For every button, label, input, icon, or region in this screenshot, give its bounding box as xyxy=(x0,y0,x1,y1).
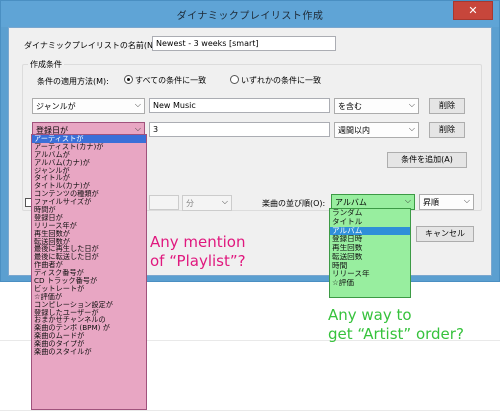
condition2-delete-button[interactable]: 削除 xyxy=(429,122,465,138)
sort-direction-value: 昇順 xyxy=(423,198,439,207)
field-list-item[interactable]: ☆評価が xyxy=(32,293,146,301)
field-list-item[interactable]: 登録したユーザーが xyxy=(32,309,146,317)
chevron-down-icon: ⌵ xyxy=(221,197,228,206)
chevron-down-icon: ⌵ xyxy=(463,196,470,205)
radio-all-label: すべての条件に一致 xyxy=(135,76,207,85)
radio-all-conditions[interactable]: すべての条件に一致 xyxy=(124,75,206,86)
annotation-artist-order-line2: get “Artist” order? xyxy=(328,325,464,343)
field-list-item[interactable]: CD トラック番号が xyxy=(32,277,146,285)
field-list-item[interactable]: 楽曲のタイプが xyxy=(32,340,146,348)
condition1-delete-button[interactable]: 削除 xyxy=(429,98,465,114)
sort-list-item[interactable]: アルバム xyxy=(330,226,410,236)
radio-any-condition[interactable]: いずれかの条件に一致 xyxy=(230,75,321,86)
limit-value-input[interactable] xyxy=(149,195,179,210)
field-list-item[interactable]: コンピレーション設定が xyxy=(32,301,146,309)
field-list-item[interactable]: 楽曲のテンポ (BPM) が xyxy=(32,324,146,332)
condition1-operator-select[interactable]: を含む ⌵ xyxy=(334,98,419,114)
condition1-operator-value: を含む xyxy=(338,102,362,111)
annotation-artist-order: Any way to get “Artist” order? xyxy=(328,306,464,344)
field-list-item[interactable]: リリース年が xyxy=(32,222,146,230)
title-bar: ダイナミックプレイリスト作成 ✕ xyxy=(1,1,499,27)
field-list-item[interactable]: アルバム(カナ)が xyxy=(32,159,146,167)
field-list-item[interactable]: 時間が xyxy=(32,206,146,214)
field-list-item[interactable]: ジャンルが xyxy=(32,167,146,175)
field-list-item[interactable]: 再生回数が xyxy=(32,230,146,238)
chevron-down-icon: ⌵ xyxy=(408,124,415,133)
sort-list-item[interactable]: ランダム xyxy=(330,209,410,218)
chevron-down-icon: ⌵ xyxy=(134,124,141,133)
field-list-item[interactable]: 作曲者が xyxy=(32,261,146,269)
apply-method-label: 条件の適用方法(M): xyxy=(37,77,109,86)
field-list-item[interactable]: 楽曲のムードが xyxy=(32,332,146,340)
field-list-item[interactable]: アーティストが xyxy=(32,135,146,143)
chevron-down-icon: ⌵ xyxy=(404,196,411,205)
chevron-down-icon: ⌵ xyxy=(134,100,141,109)
sort-list-item[interactable]: 再生回数 xyxy=(330,244,410,253)
sort-list-item[interactable]: 登録日時 xyxy=(330,235,410,244)
limit-unit-select[interactable]: 分 ⌵ xyxy=(182,195,232,211)
field-list-item[interactable]: 登録日が xyxy=(32,214,146,222)
radio-any-label: いずれかの条件に一致 xyxy=(241,76,321,85)
screenshot: ダイナミックプレイリスト作成 ✕ ダイナミックプレイリストの名前(N): New… xyxy=(0,0,500,417)
field-list-item[interactable]: ファイルサイズが xyxy=(32,198,146,206)
dialog-title: ダイナミックプレイリスト作成 xyxy=(176,11,324,22)
sort-list-item[interactable]: 転送回数 xyxy=(330,253,410,262)
sort-list-item[interactable]: ☆評価 xyxy=(330,279,410,288)
sort-order-label: 楽曲の並び順(O): xyxy=(262,199,326,208)
field-list-item[interactable]: 最後に再生した日が xyxy=(32,245,146,253)
field-list-item[interactable]: タイトルが xyxy=(32,174,146,182)
field-list-item[interactable]: ビットレートが xyxy=(32,285,146,293)
radio-selected-icon xyxy=(124,75,133,84)
field-list-item[interactable]: タイトル(カナ)が xyxy=(32,182,146,190)
chevron-down-icon: ⌵ xyxy=(408,100,415,109)
field-list-item[interactable]: おまかせチャンネルの xyxy=(32,316,146,324)
field-list-item[interactable]: 最後に転送した日が xyxy=(32,253,146,261)
annotation-playlist: Any mention of “Playlist”? xyxy=(150,233,246,271)
sort-direction-select[interactable]: 昇順 ⌵ xyxy=(419,194,474,210)
sort-dropdown-list: ランダム タイトル アルバム 登録日時 再生回数 転送回数 時間 リリース年 ☆評価 xyxy=(329,208,411,298)
close-button[interactable]: ✕ xyxy=(453,1,493,20)
sort-list-item[interactable]: リリース年 xyxy=(330,270,410,279)
sort-list-item[interactable]: タイトル xyxy=(330,218,410,227)
divider xyxy=(0,410,500,411)
annotation-playlist-line1: Any mention xyxy=(150,233,246,251)
limit-unit-value: 分 xyxy=(186,199,194,208)
sort-field-value: アルバム xyxy=(335,198,367,207)
conditions-group-label: 作成条件 xyxy=(28,59,64,70)
condition1-field-select[interactable]: ジャンルが ⌵ xyxy=(32,98,145,114)
condition2-operator-value: 週間以内 xyxy=(338,126,370,135)
field-list-item[interactable]: アーティスト(カナ)が xyxy=(32,143,146,151)
field-list-item[interactable]: ディスク番号が xyxy=(32,269,146,277)
field-list-item[interactable]: 楽曲のスタイルが xyxy=(32,348,146,356)
add-condition-button[interactable]: 条件を追加(A) xyxy=(387,152,467,168)
condition1-value-input[interactable]: New Music xyxy=(149,98,330,113)
field-list-item[interactable]: アルバムが xyxy=(32,151,146,159)
field-list-item[interactable]: 転送回数が xyxy=(32,238,146,246)
sort-list-item[interactable]: 時間 xyxy=(330,262,410,271)
cancel-button[interactable]: キャンセル xyxy=(416,226,474,242)
condition2-value-input[interactable]: 3 xyxy=(149,122,330,137)
annotation-playlist-line2: of “Playlist”? xyxy=(150,252,246,270)
condition1-field-value: ジャンルが xyxy=(36,102,76,111)
field-dropdown-list: アーティストが アーティスト(カナ)が アルバムが アルバム(カナ)が ジャンルが タイト… xyxy=(31,134,147,410)
playlist-name-input[interactable]: Newest - 3 weeks [smart] xyxy=(152,36,336,51)
annotation-artist-order-line1: Any way to xyxy=(328,306,412,324)
field-list-item[interactable]: コンテンツの種類が xyxy=(32,190,146,198)
condition2-operator-select[interactable]: 週間以内 ⌵ xyxy=(334,122,419,138)
playlist-name-label: ダイナミックプレイリストの名前(N): xyxy=(24,41,159,50)
radio-empty-icon xyxy=(230,75,239,84)
